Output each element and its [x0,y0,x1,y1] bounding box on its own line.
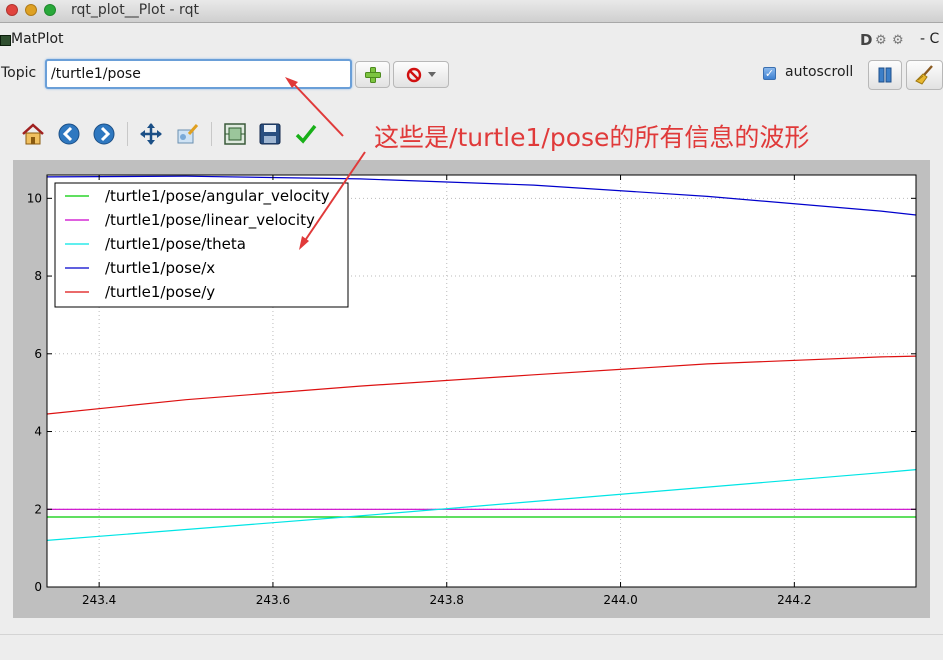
annotation-arrow [301,151,366,246]
annotation-arrows [285,77,366,250]
status-bar-divider [0,634,943,635]
annotation-arrow [289,79,344,137]
